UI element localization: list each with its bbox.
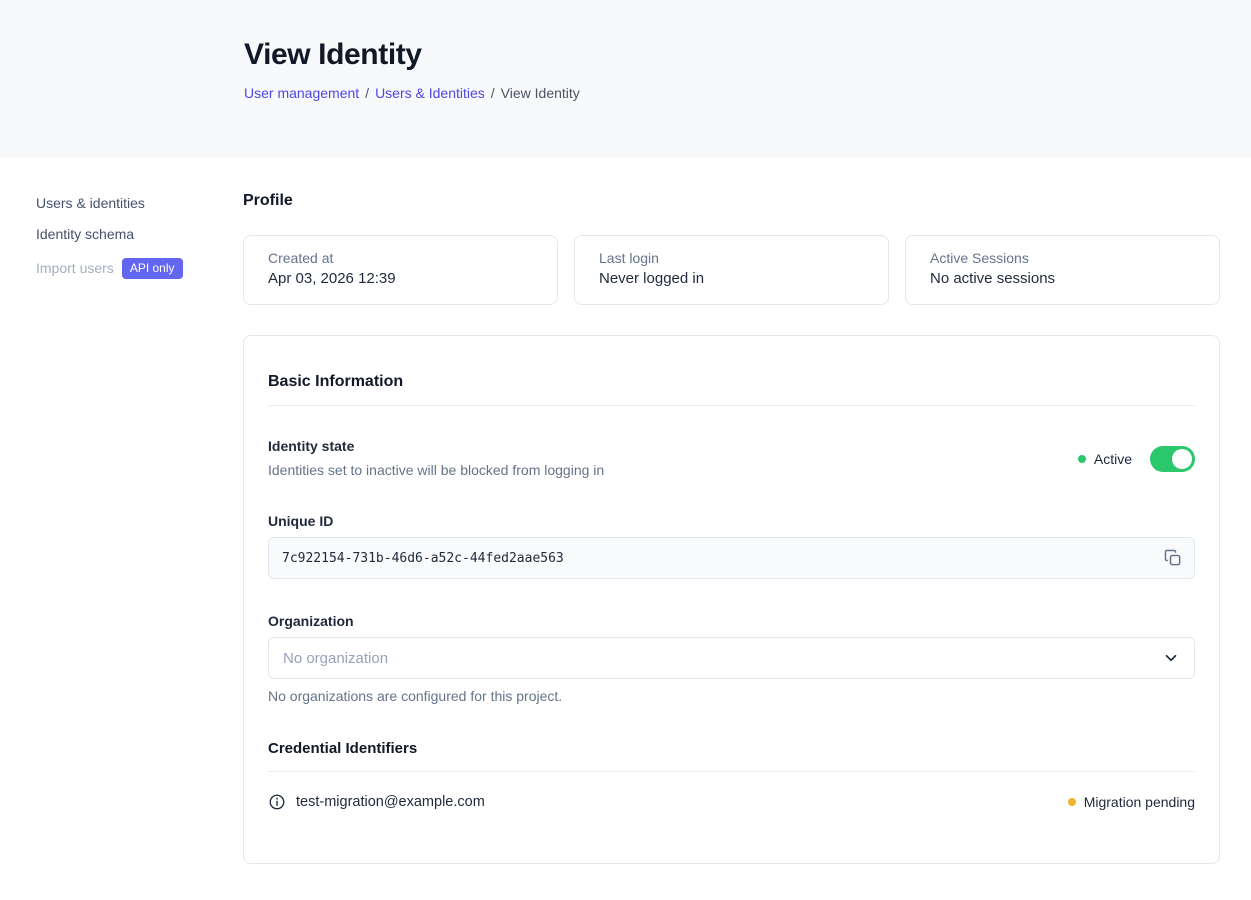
organization-label: Organization — [268, 613, 1195, 629]
copy-button[interactable] — [1159, 544, 1187, 572]
identity-state-row: Identity state Identities set to inactiv… — [268, 438, 1195, 479]
stat-value: Never logged in — [599, 269, 864, 288]
stat-value: No active sessions — [930, 269, 1195, 288]
credential-identifier-cell: test-migration@example.com — [268, 793, 485, 811]
stat-label: Last login — [599, 249, 864, 267]
credential-row: test-migration@example.com Migration pen… — [268, 793, 1195, 811]
unique-id-label: Unique ID — [268, 513, 1195, 529]
organization-placeholder: No organization — [283, 650, 388, 667]
identity-state-toggle[interactable] — [1150, 446, 1195, 472]
toggle-knob — [1172, 449, 1192, 469]
credential-identifier: test-migration@example.com — [296, 794, 485, 810]
sidebar-item-label: Users & identities — [36, 196, 145, 211]
copy-icon — [1163, 548, 1183, 568]
identity-state-description: Identities set to inactive will be block… — [268, 462, 604, 479]
breadcrumb-current: View Identity — [501, 85, 580, 101]
unique-id-input-wrap — [268, 537, 1195, 579]
status-label: Active — [1094, 451, 1132, 467]
breadcrumb-separator: / — [365, 85, 369, 101]
breadcrumb-link-user-management[interactable]: User management — [244, 85, 359, 101]
breadcrumb-link-users-identities[interactable]: Users & Identities — [375, 85, 485, 101]
sidebar-item-import-users[interactable]: Import users API only — [36, 258, 243, 279]
organization-field: Organization No organization No organiza… — [268, 613, 1195, 704]
sidebar-item-label: Import users — [36, 261, 114, 276]
chevron-down-icon — [1162, 649, 1180, 667]
identity-status: Active — [1078, 451, 1132, 467]
stat-label: Active Sessions — [930, 249, 1195, 267]
credential-status: Migration pending — [1068, 794, 1195, 810]
identity-state-label: Identity state — [268, 438, 604, 454]
unique-id-field: Unique ID — [268, 513, 1195, 579]
credential-identifiers-heading: Credential Identifiers — [268, 740, 1195, 758]
page-title: View Identity — [244, 36, 1251, 74]
divider — [268, 405, 1195, 406]
sidebar-item-identity-schema[interactable]: Identity schema — [36, 227, 243, 242]
main-content: Profile Created at Apr 03, 2026 12:39 La… — [243, 158, 1220, 864]
stat-value: Apr 03, 2026 12:39 — [268, 269, 533, 288]
profile-stat-cards: Created at Apr 03, 2026 12:39 Last login… — [243, 235, 1220, 305]
status-dot — [1078, 455, 1086, 463]
organization-helper-text: No organizations are configured for this… — [268, 688, 1195, 704]
stat-label: Created at — [268, 249, 533, 267]
breadcrumb: User management / Users & Identities / V… — [244, 85, 1251, 101]
divider — [268, 771, 1195, 772]
identity-state-text: Identity state Identities set to inactiv… — [268, 438, 604, 479]
unique-id-input[interactable] — [268, 537, 1195, 579]
credential-status-label: Migration pending — [1084, 794, 1195, 810]
api-only-badge: API only — [122, 258, 183, 279]
page-header: View Identity User management / Users & … — [0, 0, 1251, 158]
sidebar-item-users-identities[interactable]: Users & identities — [36, 196, 243, 211]
sidebar-item-label: Identity schema — [36, 227, 134, 242]
stat-card-last-login: Last login Never logged in — [574, 235, 889, 305]
profile-heading: Profile — [243, 191, 1220, 211]
basic-information-heading: Basic Information — [268, 372, 1195, 392]
info-icon — [268, 793, 286, 811]
breadcrumb-separator: / — [491, 85, 495, 101]
credential-status-dot — [1068, 798, 1076, 806]
organization-select[interactable]: No organization — [268, 637, 1195, 679]
stat-card-active-sessions: Active Sessions No active sessions — [905, 235, 1220, 305]
sidebar: Users & identities Identity schema Impor… — [0, 158, 243, 864]
identity-state-controls: Active — [1078, 446, 1195, 472]
basic-information-panel: Basic Information Identity state Identit… — [243, 335, 1220, 864]
stat-card-created-at: Created at Apr 03, 2026 12:39 — [243, 235, 558, 305]
